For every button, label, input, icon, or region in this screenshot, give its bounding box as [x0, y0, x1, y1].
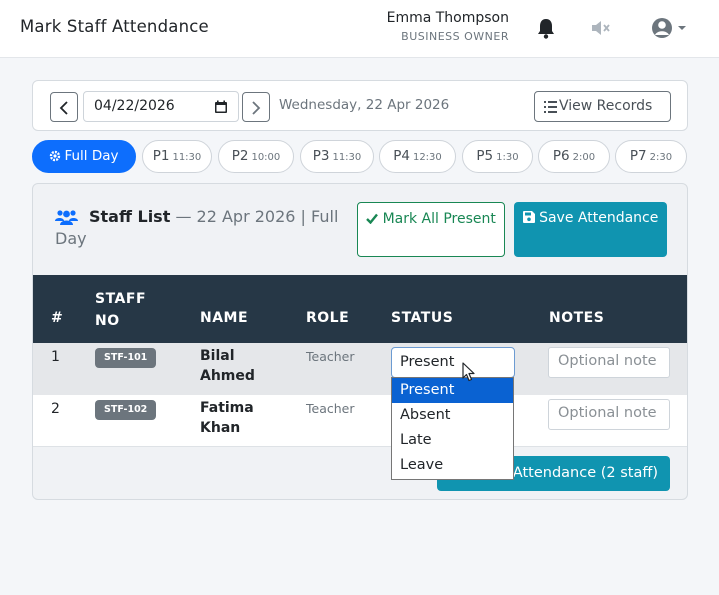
row-num: 2 — [51, 401, 60, 417]
page-title: Mark Staff Attendance — [20, 17, 209, 36]
period-tab-full-day[interactable]: Full Day — [32, 140, 136, 173]
period-tab-p7[interactable]: P7 2:30 — [615, 140, 687, 173]
status-value: Present — [400, 354, 455, 370]
staff-name: Fatima Khan — [200, 400, 254, 436]
bell-icon[interactable] — [536, 17, 556, 39]
staff-no-badge: STF-101 — [95, 348, 157, 368]
user-name: Emma Thompson — [386, 10, 509, 26]
period-tab-p4[interactable]: P4 12:30 — [379, 140, 456, 173]
period-label: P3 — [312, 148, 330, 164]
period-tab-p5[interactable]: P5 1:30 — [462, 140, 533, 173]
save-attendance-button[interactable]: Save Attendance — [514, 202, 667, 257]
chevron-right-icon — [252, 101, 261, 115]
calendar-icon[interactable] — [214, 100, 228, 114]
mark-all-present-button[interactable]: Mark All Present — [357, 202, 505, 257]
period-tab-p6[interactable]: P6 2:00 — [538, 140, 610, 173]
col-role: ROLE — [306, 310, 350, 326]
staff-role: Teacher — [306, 401, 355, 416]
card-footer: Attendance (2 staff) — [33, 448, 687, 499]
status-dropdown[interactable]: Present Absent Late Leave — [391, 377, 514, 480]
gear-icon — [50, 150, 61, 162]
col-status: STATUS — [391, 310, 454, 326]
period-label: P6 — [552, 148, 570, 164]
row-num: 1 — [51, 349, 60, 365]
period-time: 10:00 — [251, 152, 281, 163]
staff-no-badge: STF-102 — [95, 400, 157, 420]
notes-input[interactable]: Optional note — [548, 347, 670, 378]
next-day-button[interactable] — [242, 92, 270, 122]
mark-all-label: Mark All Present — [382, 211, 496, 227]
card-header: Staff List — 22 Apr 2026 | Full Day Mark… — [33, 184, 687, 275]
list-icon — [544, 101, 557, 113]
period-time: 2:30 — [649, 152, 673, 163]
user-avatar-icon[interactable] — [650, 15, 690, 41]
mute-icon[interactable] — [589, 17, 613, 39]
view-records-button[interactable]: View Records — [534, 91, 671, 122]
period-tab-p3[interactable]: P3 11:30 — [300, 140, 374, 173]
user-role: BUSINESS OWNER — [401, 30, 509, 43]
col-num: # — [51, 310, 64, 326]
staff-list-title: Staff List — [89, 207, 171, 226]
table-header: # STAFF NO NAME ROLE STATUS NOTES — [33, 275, 687, 343]
period-label: Full Day — [64, 148, 119, 164]
staff-role: Teacher — [306, 349, 355, 364]
staff-list-card: Staff List — 22 Apr 2026 | Full Day Mark… — [32, 183, 688, 500]
period-label: P4 — [393, 148, 410, 164]
table-row: 2 STF-102 Fatima Khan Teacher Optional n… — [33, 395, 687, 447]
save-label: Save Attendance — [539, 210, 659, 226]
period-tab-p1[interactable]: P1 11:30 — [142, 140, 212, 173]
prev-day-button[interactable] — [50, 92, 78, 122]
notes-placeholder: Optional note — [558, 405, 657, 421]
period-time: 1:30 — [496, 152, 519, 163]
check-icon — [366, 213, 379, 225]
staff-name: Bilal Ahmed — [200, 348, 255, 384]
period-time: 11:30 — [172, 152, 202, 163]
date-label: Wednesday, 22 Apr 2026 — [279, 97, 450, 113]
mouse-cursor-icon — [462, 362, 475, 382]
period-time: 12:30 — [412, 152, 442, 163]
period-label: P1 — [152, 148, 170, 164]
table-row: 1 STF-101 Bilal Ahmed Teacher Present Op… — [33, 343, 687, 395]
period-time: 11:30 — [332, 152, 362, 163]
chevron-left-icon — [59, 101, 68, 115]
card-title: Staff List — 22 Apr 2026 | Full Day — [55, 206, 355, 250]
period-label: P7 — [629, 148, 647, 164]
submit-label: Attendance (2 staff) — [512, 465, 658, 481]
date-value: 04/22/2026 — [94, 98, 175, 114]
period-label: P5 — [476, 148, 494, 164]
notes-input[interactable]: Optional note — [548, 399, 670, 430]
notes-placeholder: Optional note — [558, 353, 657, 369]
status-option-present[interactable]: Present — [392, 378, 513, 403]
date-input[interactable]: 04/22/2026 — [83, 91, 239, 122]
status-option-leave[interactable]: Leave — [392, 453, 513, 478]
col-notes: NOTES — [549, 310, 605, 326]
col-name: NAME — [200, 310, 249, 326]
top-bar: Mark Staff Attendance Emma Thompson BUSI… — [0, 0, 719, 58]
status-select[interactable]: Present — [391, 347, 515, 378]
period-tab-p2[interactable]: P2 10:00 — [218, 140, 294, 173]
status-option-absent[interactable]: Absent — [392, 403, 513, 428]
status-option-late[interactable]: Late — [392, 428, 513, 453]
period-time: 2:00 — [572, 152, 596, 163]
view-records-label: View Records — [559, 98, 653, 114]
col-staff-no: STAFF NO — [95, 291, 147, 329]
date-selector-card: 04/22/2026 Wednesday, 22 Apr 2026 View R… — [32, 80, 688, 131]
period-label: P2 — [231, 148, 249, 164]
save-icon — [522, 211, 535, 223]
